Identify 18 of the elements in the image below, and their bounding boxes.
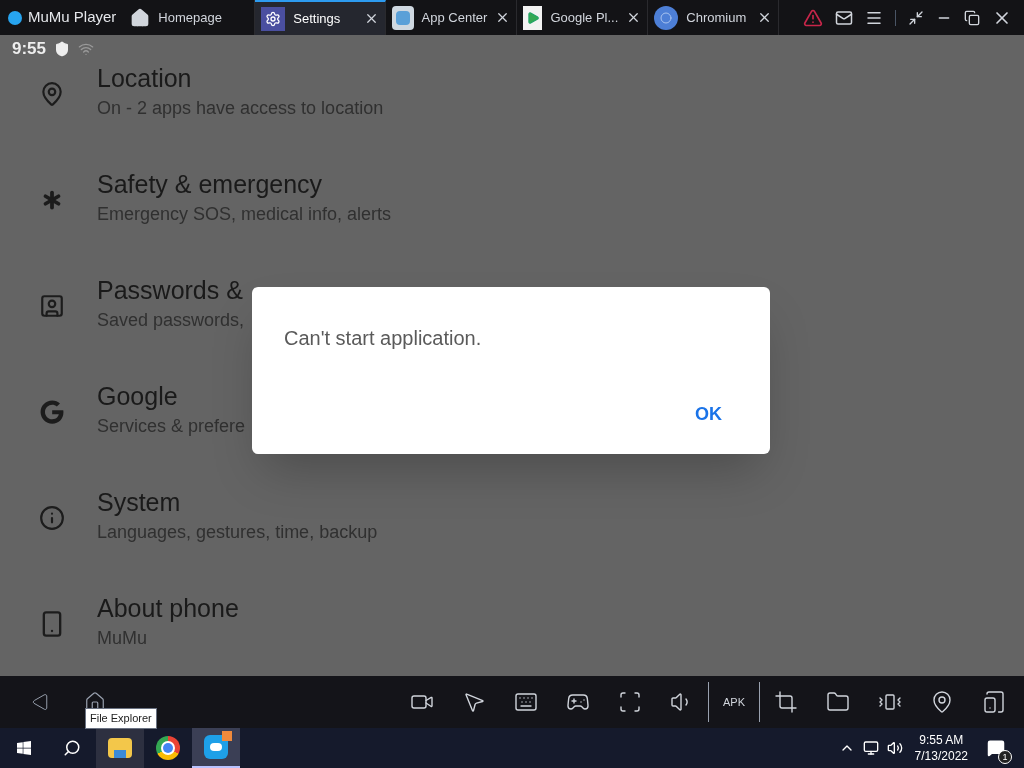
settings-title: About phone	[97, 593, 239, 623]
tab-label: Google Pl...	[550, 8, 619, 27]
settings-title: Google	[97, 381, 179, 411]
settings-title: Location	[97, 63, 193, 93]
tab-label: Homepage	[158, 8, 223, 27]
clock-time: 9:55 AM	[919, 732, 964, 748]
dialog-message: Can't start application.	[284, 326, 483, 351]
clock-date: 7/13/2022	[914, 748, 968, 764]
app-name: MuMu Player	[28, 7, 117, 28]
settings-title: Passwords &	[97, 275, 244, 305]
settings-title: System	[97, 487, 182, 517]
tooltip: File Explorer	[85, 708, 157, 729]
tab-label: Settings	[293, 9, 342, 28]
tab-label: App Center	[421, 8, 488, 27]
notification-count: 1	[998, 750, 1012, 764]
tab-label: Chromium	[686, 8, 748, 27]
settings-title: Safety & emergency	[97, 169, 324, 199]
status-time: 9:55	[12, 38, 47, 61]
